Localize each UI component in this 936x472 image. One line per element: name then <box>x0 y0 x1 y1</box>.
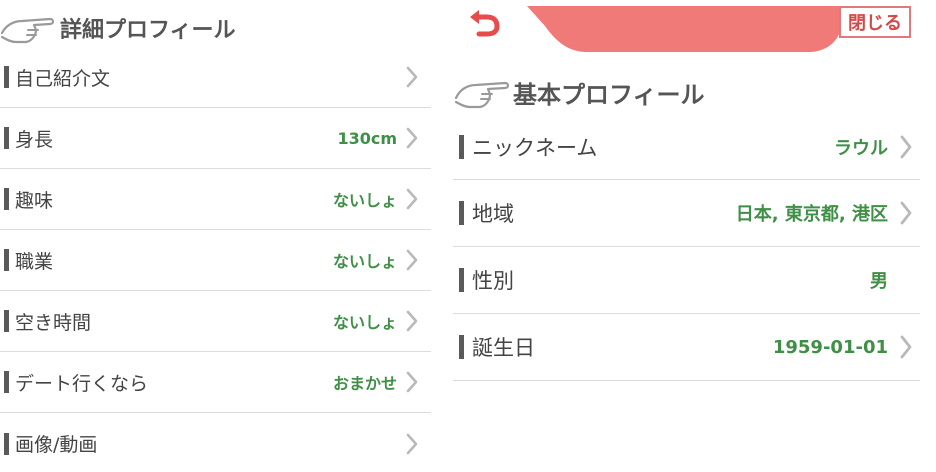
top-bar: 閉じる <box>453 0 936 56</box>
row-value: ないしょ <box>332 313 397 332</box>
detail-row-occupation[interactable]: 職業 ないしょ <box>0 230 431 291</box>
row-label: 地域 <box>472 202 514 226</box>
row-marker <box>4 310 9 332</box>
detail-profile-title: 詳細プロフィール <box>60 18 236 43</box>
chevron-right-icon <box>406 371 418 393</box>
row-marker <box>4 432 9 455</box>
chevron-right-icon <box>406 188 418 210</box>
chevron-right-icon <box>406 66 418 88</box>
detail-row-date-preference[interactable]: デート行くなら おまかせ <box>0 352 431 413</box>
row-marker <box>459 268 464 292</box>
pointing-hand-icon <box>454 81 510 109</box>
row-marker <box>4 188 9 210</box>
basic-profile-panel: 閉じる 基本プロフィール ニックネーム ラウル 地域 日本, 東京都, 港区 性… <box>453 0 936 472</box>
row-marker <box>459 134 464 159</box>
basic-profile-title: 基本プロフィール <box>513 80 705 109</box>
header-tab-shape <box>527 6 841 52</box>
row-label: 身長 <box>15 128 54 151</box>
detail-profile-panel: 詳細プロフィール 自己紹介文 身長 130cm 趣味 ないしょ 職業 ないしょ … <box>0 0 436 472</box>
row-marker <box>4 66 9 88</box>
row-value: おまかせ <box>332 374 397 393</box>
row-label: ニックネーム <box>472 135 598 160</box>
chevron-right-icon <box>900 201 912 225</box>
basic-row-birthday[interactable]: 誕生日 1959-01-01 <box>453 314 920 381</box>
row-marker <box>459 335 464 359</box>
chevron-right-icon <box>406 249 418 271</box>
row-value: ないしょ <box>332 252 397 271</box>
detail-row-self-intro[interactable]: 自己紹介文 <box>0 47 431 108</box>
chevron-right-icon <box>406 433 418 454</box>
pointing-hand-icon <box>0 17 55 44</box>
chevron-right-icon <box>900 135 912 158</box>
back-arrow-icon[interactable] <box>467 8 501 38</box>
row-label: デート行くなら <box>15 372 149 395</box>
detail-row-hobby[interactable]: 趣味 ないしょ <box>0 169 431 230</box>
chevron-right-icon <box>406 310 418 332</box>
chevron-right-icon <box>406 127 418 149</box>
detail-row-height[interactable]: 身長 130cm <box>0 108 431 169</box>
row-marker <box>4 249 9 271</box>
row-label: 性別 <box>472 269 514 293</box>
profile-screen: 詳細プロフィール 自己紹介文 身長 130cm 趣味 ないしょ 職業 ないしょ … <box>0 0 936 472</box>
row-label: 趣味 <box>15 189 54 212</box>
row-value: 男 <box>870 271 888 292</box>
detail-row-free-time[interactable]: 空き時間 ないしょ <box>0 291 431 352</box>
row-marker <box>4 127 9 149</box>
close-button[interactable]: 閉じる <box>839 6 911 38</box>
basic-profile-header: 基本プロフィール <box>453 72 705 112</box>
row-marker <box>4 371 9 393</box>
row-marker <box>459 201 464 225</box>
chevron-right-icon <box>900 335 912 359</box>
detail-row-media[interactable]: 画像/動画 <box>0 413 431 472</box>
row-label: 誕生日 <box>472 336 535 360</box>
row-value: 130cm <box>337 128 397 148</box>
row-value: ラウル <box>834 137 888 159</box>
row-value: ないしょ <box>332 191 397 210</box>
basic-row-region[interactable]: 地域 日本, 東京都, 港区 <box>453 180 920 247</box>
row-label: 画像/動画 <box>15 434 98 456</box>
detail-profile-header: 詳細プロフィール <box>0 8 236 48</box>
basic-row-gender: 性別 男 <box>453 247 920 314</box>
row-label: 職業 <box>15 250 54 273</box>
row-label: 空き時間 <box>15 311 92 334</box>
row-value: 1959-01-01 <box>772 336 888 358</box>
row-value: 日本, 東京都, 港区 <box>735 204 888 225</box>
row-label: 自己紹介文 <box>15 67 111 90</box>
basic-row-nickname[interactable]: ニックネーム ラウル <box>453 114 920 180</box>
